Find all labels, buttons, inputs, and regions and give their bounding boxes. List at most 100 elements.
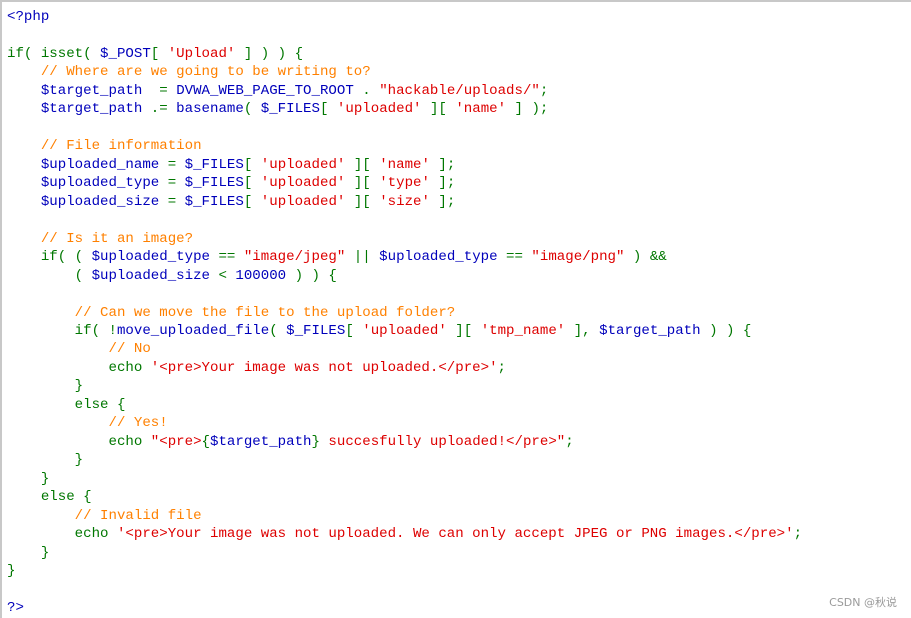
keyword-token xyxy=(7,341,109,357)
keyword-token: echo xyxy=(7,359,151,376)
variable-token: move_uploaded_file xyxy=(116,322,270,339)
variable-token: DVWA_WEB_PAGE_TO_ROOT xyxy=(176,82,363,99)
keyword-token: } xyxy=(7,544,50,561)
keyword-token: } xyxy=(7,452,84,469)
variable-token: ?> xyxy=(7,600,24,616)
variable-token: $_FILES xyxy=(286,322,346,339)
php-source-code: <?php if( isset( $_POST[ 'Upload' ] ) ) {… xyxy=(7,8,802,617)
variable-token: 100000 xyxy=(235,267,295,284)
keyword-token: ]; xyxy=(429,156,456,173)
code-line: } xyxy=(7,562,802,580)
variable-token: $_FILES xyxy=(184,175,244,192)
code-line: else { xyxy=(7,396,802,414)
code-line: echo "<pre>{$target_path} succesfully up… xyxy=(7,433,802,451)
code-line: ?> xyxy=(7,599,802,617)
keyword-token: ) && xyxy=(624,249,667,266)
code-line: echo '<pre>Your image was not uploaded.<… xyxy=(7,359,802,377)
keyword-token: = xyxy=(167,175,185,192)
code-line: $uploaded_type = $_FILES[ 'uploaded' ][ … xyxy=(7,174,802,192)
keyword-token: ] ); xyxy=(506,101,549,118)
keyword-token: } xyxy=(7,378,84,395)
code-line: if( isset( $_POST[ 'Upload' ] ) ) { xyxy=(7,45,802,63)
keyword-token: . xyxy=(362,82,380,99)
code-line: } xyxy=(7,377,802,395)
keyword-token: echo xyxy=(7,526,117,543)
keyword-token: = xyxy=(167,156,185,173)
keyword-token: ( xyxy=(7,267,92,284)
keyword-token: ][ xyxy=(345,175,380,192)
keyword-token: ] ) ) { xyxy=(235,45,304,62)
code-line: // Invalid file xyxy=(7,507,802,525)
keyword-token: else { xyxy=(7,396,126,413)
keyword-token: ]; xyxy=(429,193,456,210)
code-line: } xyxy=(7,544,802,562)
variable-token: $uploaded_type xyxy=(379,249,507,266)
code-line: // Is it an image? xyxy=(7,230,802,248)
variable-token: $target_path xyxy=(40,101,151,118)
code-line: // File information xyxy=(7,137,802,155)
keyword-token: ][ xyxy=(345,193,380,210)
comment-token: // Can we move the file to the upload fo… xyxy=(74,304,456,321)
keyword-token: [ xyxy=(319,101,337,118)
keyword-token xyxy=(7,231,41,247)
keyword-token: ( xyxy=(243,101,261,118)
watermark: CSDN @秋说 xyxy=(829,596,897,609)
keyword-token: [ xyxy=(150,45,168,62)
keyword-token: } xyxy=(311,433,320,450)
variable-token: basename xyxy=(176,101,244,118)
comment-token: // Yes! xyxy=(108,415,168,432)
keyword-token xyxy=(7,157,41,173)
keyword-token xyxy=(7,194,41,210)
keyword-token: if( ( xyxy=(7,249,92,266)
variable-token: $target_path xyxy=(210,433,312,450)
keyword-token: [ xyxy=(243,156,261,173)
keyword-token: ( xyxy=(269,322,287,339)
variable-token: $uploaded_name xyxy=(40,156,168,173)
code-line: ( $uploaded_size < 100000 ) ) { xyxy=(7,267,802,285)
keyword-token: == xyxy=(506,249,532,266)
code-viewer: <?php if( isset( $_POST[ 'Upload' ] ) ) {… xyxy=(0,0,911,618)
code-line: else { xyxy=(7,488,802,506)
string-token: 'uploaded' xyxy=(260,175,346,192)
keyword-token: ; xyxy=(565,433,574,450)
variable-token: $_FILES xyxy=(260,101,320,118)
variable-token: $_FILES xyxy=(184,156,244,173)
code-line: } xyxy=(7,470,802,488)
string-token: '<pre>Your image was not uploaded. We ca… xyxy=(116,526,794,543)
string-token: "<pre> xyxy=(150,433,202,450)
string-token: succesfully uploaded!</pre>" xyxy=(319,433,566,450)
string-token: "image/png" xyxy=(531,249,625,266)
keyword-token xyxy=(7,415,109,431)
keyword-token: ][ xyxy=(421,101,456,118)
keyword-token: else { xyxy=(7,489,92,506)
variable-token: $uploaded_type xyxy=(40,175,168,192)
comment-token: // Is it an image? xyxy=(40,230,194,247)
keyword-token: < xyxy=(218,267,236,284)
keyword-token: = xyxy=(159,82,177,99)
keyword-token: ], xyxy=(565,322,600,339)
code-line: // Yes! xyxy=(7,414,802,432)
keyword-token: [ xyxy=(243,175,261,192)
comment-token: // File information xyxy=(40,138,202,155)
string-token: 'uploaded' xyxy=(260,156,346,173)
keyword-token: if( ! xyxy=(7,322,117,339)
variable-token: $target_path xyxy=(40,82,160,99)
keyword-token: ) ) { xyxy=(294,267,337,284)
string-token: 'Upload' xyxy=(167,45,236,62)
code-line: // No xyxy=(7,340,802,358)
string-token: 'uploaded' xyxy=(260,193,346,210)
keyword-token xyxy=(7,64,41,80)
keyword-token: } xyxy=(7,563,16,580)
variable-token: <?php xyxy=(7,9,50,25)
string-token: "hackable/uploads/" xyxy=(379,82,540,99)
code-line: $target_path = DVWA_WEB_PAGE_TO_ROOT . "… xyxy=(7,82,802,100)
keyword-token: == xyxy=(218,249,244,266)
code-line: // Can we move the file to the upload fo… xyxy=(7,304,802,322)
keyword-token: ; xyxy=(793,526,803,543)
variable-token: $uploaded_type xyxy=(91,249,219,266)
